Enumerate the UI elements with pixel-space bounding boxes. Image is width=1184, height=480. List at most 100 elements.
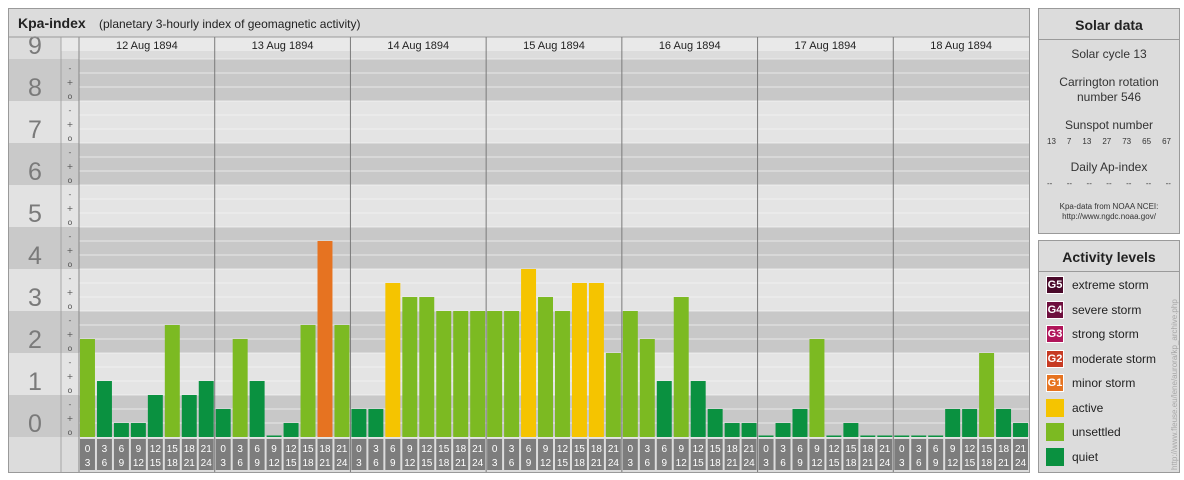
kp-bar: [724, 423, 740, 437]
kp-bar: [130, 423, 146, 437]
interval-start-label: 3: [780, 444, 786, 455]
minor-tick-label: -: [69, 190, 72, 199]
kpa-source-link[interactable]: http://www.ngdc.noaa.gov/: [1039, 212, 1179, 222]
kp-bar: [588, 282, 604, 437]
y-tick-label: 3: [28, 284, 42, 312]
interval-end-label: 18: [302, 458, 314, 469]
ap-value: --: [1106, 179, 1112, 188]
day-label: 13 Aug 1894: [252, 40, 314, 52]
solar-panel-title: Solar data: [1075, 17, 1143, 33]
kp-bar: [877, 435, 893, 437]
minor-tick-label: -: [69, 316, 72, 325]
legend-item: active: [1046, 398, 1103, 418]
sunspot-value: 27: [1102, 137, 1112, 146]
kp-bar: [996, 408, 1012, 437]
interval-end-label: 18: [710, 458, 722, 469]
y-band: [61, 59, 1029, 101]
kp-bar: [504, 311, 520, 437]
kp-bar: [283, 423, 299, 437]
interval-start-label: 9: [271, 444, 277, 455]
sunspot-values: 13 7 13 27 73 65 67: [1039, 137, 1179, 146]
legend-item: G1 minor storm: [1046, 373, 1135, 393]
kp-bar: [96, 381, 112, 437]
kp-bar: [198, 381, 214, 437]
sunspot-value: 13: [1082, 137, 1092, 146]
minor-tick-label: +: [67, 330, 74, 339]
legend-swatch: G1: [1046, 374, 1064, 392]
legend-label: extreme storm: [1072, 278, 1149, 292]
y-tick-label: 4: [28, 242, 42, 270]
sunspot-value: 73: [1122, 137, 1132, 146]
interval-end-label: 21: [455, 458, 467, 469]
interval-end-label: 6: [509, 458, 515, 469]
legend-label: severe storm: [1072, 302, 1142, 317]
legend-label: quiet: [1072, 449, 1099, 464]
interval-start-label: 9: [950, 444, 956, 455]
interval-end-label: 21: [184, 458, 196, 469]
interval-end-label: 15: [693, 458, 705, 469]
interval-end-label: 21: [319, 458, 331, 469]
interval-start-label: 3: [373, 444, 379, 455]
interval-start-label: 3: [916, 444, 922, 455]
kp-bar: [351, 408, 367, 437]
interval-end-label: 3: [356, 458, 362, 469]
interval-start-label: 18: [319, 444, 331, 455]
legend-swatch: G5: [1046, 276, 1064, 294]
minor-tick-label: +: [67, 78, 74, 87]
interval-end-label: 24: [336, 458, 348, 469]
kp-bar: [402, 297, 418, 437]
interval-start-label: 12: [964, 444, 976, 455]
kp-bar: [962, 408, 978, 437]
kp-bar: [470, 311, 486, 437]
kp-bar: [656, 381, 672, 437]
ap-title: Daily Ap-index: [1070, 160, 1148, 174]
day-label: 12 Aug 1894: [116, 40, 178, 52]
interval-end-label: 3: [220, 458, 226, 469]
kp-bar: [300, 324, 316, 437]
legend-label: active: [1072, 400, 1104, 415]
interval-end-label: 12: [269, 458, 281, 469]
legend-swatch: [1046, 398, 1064, 417]
solar-cycle: Solar cycle 13: [1071, 47, 1147, 61]
sunspot-title: Sunspot number: [1064, 118, 1154, 132]
ap-value: --: [1165, 179, 1171, 188]
minor-tick-label: +: [67, 288, 74, 297]
activity-panel-divider: [1039, 271, 1179, 272]
kp-bar: [317, 240, 333, 437]
interval-start-label: 0: [628, 444, 634, 455]
kpa-source-line-1: Kpa-data from NOAA NCEI:: [1059, 202, 1159, 211]
interval-start-label: 15: [167, 444, 179, 455]
interval-end-label: 18: [845, 458, 857, 469]
ap-values: -- -- -- -- -- -- --: [1039, 179, 1179, 188]
legend-item: G2 moderate storm: [1046, 349, 1156, 369]
kp-bar: [147, 395, 163, 437]
sunspot-value: 13: [1047, 137, 1056, 146]
interval-end-label: 9: [254, 458, 260, 469]
minor-tick-label: +: [67, 120, 74, 129]
kp-bar: [928, 435, 944, 437]
y-band: [61, 101, 1029, 143]
kp-bar: [419, 297, 435, 437]
minor-tick-label: o: [68, 302, 73, 311]
kp-bar: [232, 339, 248, 437]
kp-bar: [436, 311, 452, 437]
interval-start-label: 12: [421, 444, 433, 455]
interval-end-label: 9: [119, 458, 125, 469]
kp-bar: [741, 423, 757, 437]
interval-start-label: 0: [492, 444, 498, 455]
interval-start-label: 18: [727, 444, 739, 455]
interval-end-label: 6: [373, 458, 379, 469]
minor-tick-label: -: [69, 400, 72, 409]
interval-end-label: 15: [828, 458, 840, 469]
interval-end-label: 24: [1015, 458, 1027, 469]
interval-start-label: 6: [933, 444, 939, 455]
legend-swatch: G4: [1046, 300, 1064, 319]
interval-end-label: 12: [676, 458, 688, 469]
interval-end-label: 12: [133, 458, 145, 469]
interval-end-label: 9: [390, 458, 396, 469]
kp-bar: [571, 282, 587, 437]
kp-bar: [1013, 423, 1028, 437]
kp-bar: [487, 311, 503, 437]
kp-bar: [843, 423, 859, 437]
interval-start-label: 3: [237, 444, 243, 455]
